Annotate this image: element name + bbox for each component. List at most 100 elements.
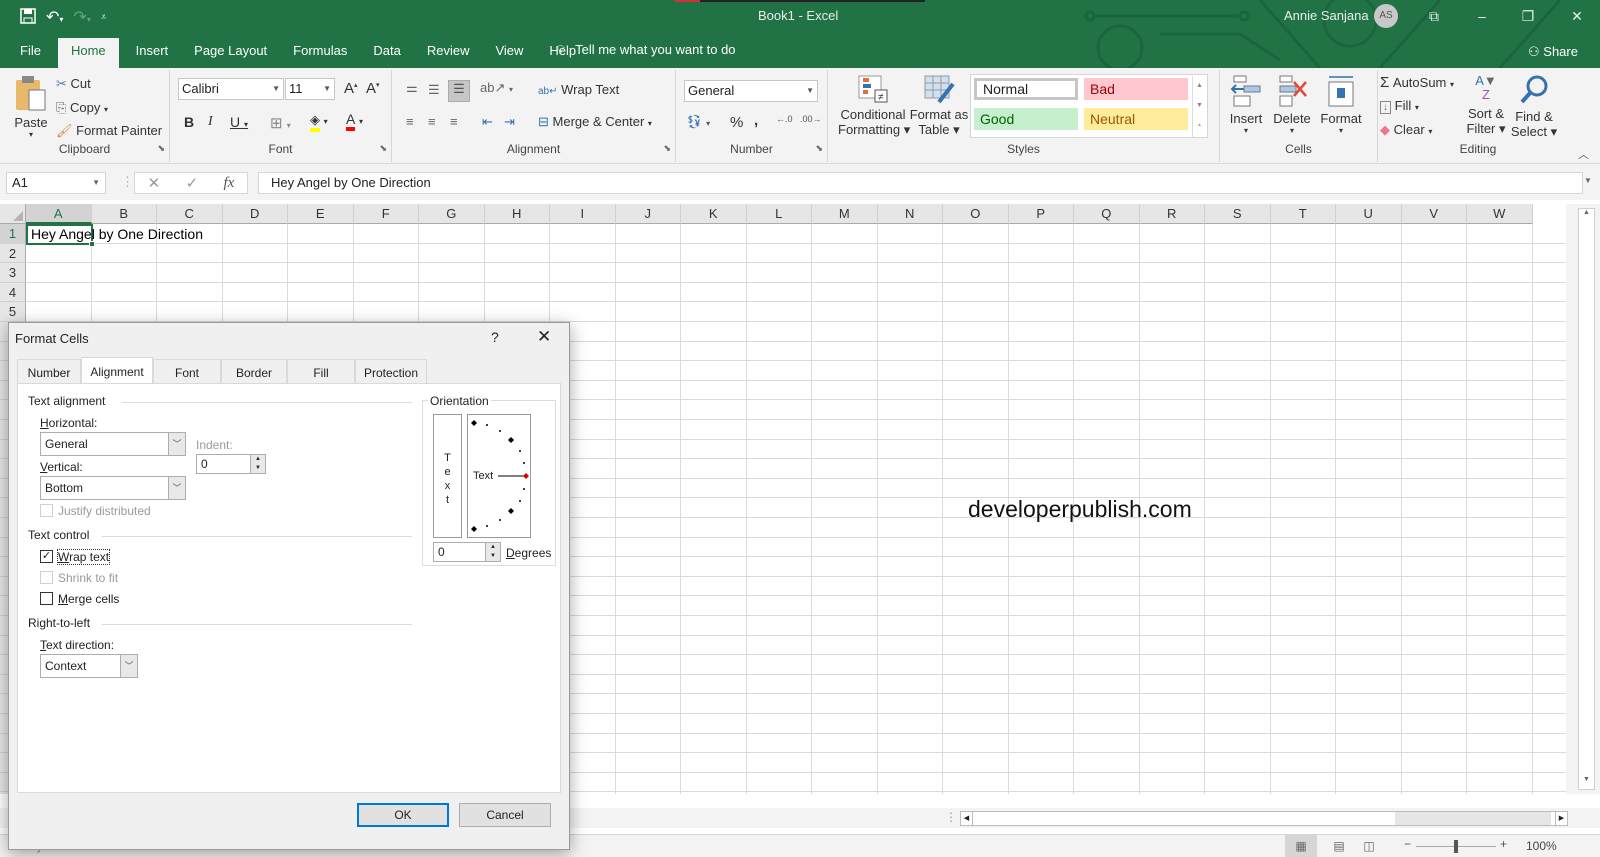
gallery-scroll[interactable]: ▲ ▼ ⩡ — [1192, 76, 1206, 138]
fill-button[interactable]: ↓ Fill ▾ — [1380, 98, 1419, 114]
italic-button[interactable]: I — [208, 114, 213, 130]
font-launcher-icon[interactable]: ⬊ — [379, 143, 387, 154]
tab-insert[interactable]: Insert — [123, 38, 182, 68]
format-cells-button[interactable]: Format ▾ — [1316, 74, 1366, 135]
tab-data[interactable]: Data — [360, 38, 413, 68]
zoom-slider-thumb[interactable] — [1454, 840, 1458, 853]
wrap-text-label[interactable]: Wrap text — [56, 549, 111, 565]
spinner-arrows-icon[interactable]: ▲ ▼ — [485, 543, 500, 561]
scroll-up-icon[interactable]: ▲ — [1579, 209, 1594, 223]
scroll-left-icon[interactable]: ◀ — [961, 812, 973, 825]
number-format-combo[interactable]: General ▼ — [684, 80, 818, 102]
column-header-d[interactable]: D — [222, 204, 288, 224]
tell-me-search[interactable]: 💡︎ Tell me what you want to do — [556, 42, 736, 58]
page-layout-view-icon[interactable]: ▤ — [1325, 835, 1353, 857]
tab-file[interactable]: File — [0, 38, 54, 68]
wrap-text-button[interactable]: ab↵ Wrap Text — [538, 82, 619, 97]
horizontal-scrollbar[interactable]: ◀ ▶ — [960, 811, 1568, 826]
align-right-icon[interactable]: ≡ — [450, 114, 458, 129]
style-neutral[interactable]: Neutral — [1084, 108, 1188, 130]
paste-button[interactable]: Paste ▾ — [14, 74, 48, 139]
insert-cells-button[interactable]: Insert ▾ — [1224, 74, 1268, 135]
number-launcher-icon[interactable]: ⬊ — [815, 143, 823, 154]
restore-button[interactable]: ❐ — [1516, 4, 1540, 28]
style-good[interactable]: Good — [974, 108, 1078, 130]
degrees-spinner[interactable]: 0 ▲ ▼ — [433, 542, 501, 562]
autosum-button[interactable]: Σ AutoSum ▾ — [1380, 74, 1454, 91]
font-name-combo[interactable]: Calibri ▼ — [178, 78, 284, 100]
cut-button[interactable]: ✂ Cut — [56, 76, 91, 92]
drag-handle-icon[interactable]: ⋮ — [121, 174, 134, 190]
close-button[interactable]: ✕ — [1565, 4, 1589, 28]
splitter-handle-icon[interactable]: ⋮ — [945, 810, 957, 824]
dialog-tab-fill[interactable]: Fill — [287, 359, 355, 383]
bold-button[interactable]: B — [184, 114, 194, 130]
user-name[interactable]: Annie Sanjana — [1284, 8, 1369, 23]
zoom-in-button[interactable]: + — [1500, 837, 1507, 851]
column-header-i[interactable]: I — [550, 204, 616, 224]
scroll-right-icon[interactable]: ▶ — [1555, 812, 1567, 825]
format-as-table-button[interactable]: Format as Table ▾ — [908, 74, 970, 138]
customize-icon[interactable]: ⩡ — [101, 12, 107, 23]
column-header-e[interactable]: E — [288, 204, 354, 224]
row-header-4[interactable]: 4 — [0, 282, 26, 303]
increase-font-icon[interactable]: A▴ — [344, 80, 358, 97]
normal-view-icon[interactable]: ▦ — [1285, 835, 1317, 857]
row-header-3[interactable]: 3 — [0, 263, 26, 283]
dialog-tab-border[interactable]: Border — [221, 359, 287, 383]
format-painter-button[interactable]: 🖌︎ Format Painter — [56, 123, 162, 139]
column-header-w[interactable]: W — [1467, 204, 1533, 224]
find-select-button[interactable]: Find & Select ▾ — [1510, 74, 1558, 140]
style-normal[interactable]: Normal — [974, 78, 1078, 100]
column-header-j[interactable]: J — [615, 204, 681, 224]
merge-cells-label[interactable]: Merge cells — [58, 592, 119, 606]
minimize-button[interactable]: – — [1470, 4, 1494, 28]
scroll-down-icon[interactable]: ▼ — [1579, 776, 1594, 790]
clear-button[interactable]: ◆ Clear ▾ — [1380, 122, 1432, 138]
row-header-2[interactable]: 2 — [0, 243, 26, 264]
bottom-align-icon[interactable]: ☰ — [448, 80, 470, 102]
column-header-t[interactable]: T — [1270, 204, 1336, 224]
row-header-5[interactable]: 5 — [0, 302, 26, 322]
undo-icon[interactable]: ↶▾ — [46, 7, 63, 27]
column-header-g[interactable]: G — [419, 204, 485, 224]
share-button[interactable]: ⚇ Share — [1528, 44, 1578, 60]
decrease-indent-icon[interactable]: ⇤ — [482, 114, 493, 130]
alignment-launcher-icon[interactable]: ⬊ — [663, 143, 671, 154]
increase-indent-icon[interactable]: ⇥ — [504, 114, 515, 130]
column-header-m[interactable]: M — [812, 204, 878, 224]
dialog-tab-protection[interactable]: Protection — [355, 359, 427, 383]
column-header-r[interactable]: R — [1139, 204, 1205, 224]
ok-button[interactable]: OK — [357, 803, 449, 827]
orientation-icon[interactable]: ab↗ ▾ — [480, 80, 513, 96]
delete-cells-button[interactable]: Delete ▾ — [1270, 74, 1314, 135]
horizontal-select[interactable]: General ﹀ — [40, 432, 186, 456]
wrap-text-checkbox[interactable]: ✓ — [40, 550, 53, 563]
formula-input[interactable]: Hey Angel by One Direction — [258, 172, 1583, 194]
row-header-1[interactable]: 1 — [0, 224, 26, 244]
column-header-p[interactable]: P — [1008, 204, 1074, 224]
merge-center-button[interactable]: ⊟ Merge & Center ▾ — [538, 114, 652, 130]
save-icon[interactable] — [20, 7, 36, 27]
percent-button[interactable]: % — [730, 114, 743, 131]
zoom-level[interactable]: 100% — [1526, 839, 1557, 853]
column-header-b[interactable]: B — [91, 204, 157, 224]
align-center-icon[interactable]: ≡ — [428, 114, 436, 129]
insert-function-icon[interactable]: fx — [223, 175, 234, 192]
column-header-c[interactable]: C — [157, 204, 223, 224]
tab-formulas[interactable]: Formulas — [280, 38, 360, 68]
expand-formula-icon[interactable]: ▼ — [1584, 176, 1592, 185]
text-direction-select[interactable]: Context ﹀ — [40, 654, 138, 678]
comma-button[interactable]: , — [754, 112, 758, 129]
align-left-icon[interactable]: ≡ — [406, 114, 414, 129]
tab-review[interactable]: Review — [414, 38, 483, 68]
sort-filter-button[interactable]: A▼ Z Sort & Filter ▾ — [1464, 74, 1508, 137]
column-header-q[interactable]: Q — [1074, 204, 1140, 224]
cancel-entry-icon[interactable]: ✕ — [148, 174, 161, 192]
merge-cells-checkbox[interactable] — [40, 592, 53, 605]
confirm-entry-icon[interactable]: ✓ — [186, 174, 199, 192]
column-header-n[interactable]: N — [877, 204, 943, 224]
middle-align-icon[interactable]: ☰ — [428, 82, 440, 98]
collapse-ribbon-icon[interactable]: ︿ — [1578, 146, 1589, 162]
column-header-a[interactable]: A — [26, 204, 92, 224]
